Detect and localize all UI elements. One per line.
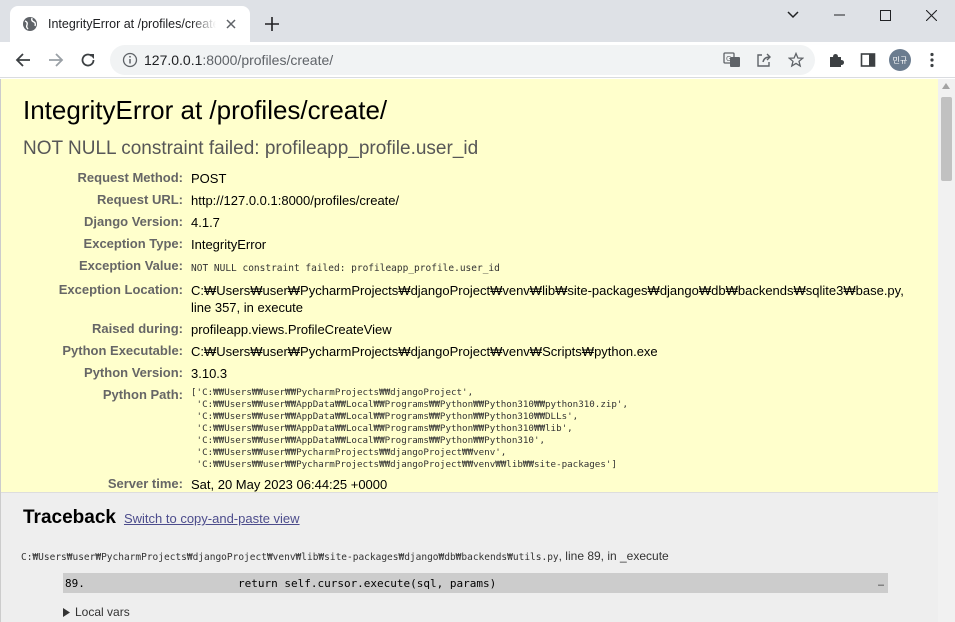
meta-label: Python Executable: [62,343,183,358]
meta-label: Raised during: [91,321,183,336]
meta-row-python-path: Python Path: ['C:₩₩Users₩₩user₩₩PycharmP… [23,385,911,474]
meta-value-cell: ['C:₩₩Users₩₩user₩₩PycharmProjects₩₩djan… [191,385,911,474]
new-tab-icon[interactable] [262,14,282,34]
meta-label: Django Version: [84,214,183,229]
meta-label: Exception Location: [58,282,183,297]
code-line: return self.cursor.execute(sql, params) [185,576,497,590]
star-icon[interactable] [785,49,807,71]
triangle-right-icon [63,607,70,617]
meta-row-request-url: Request URL: http://127.0.0.1:8000/profi… [23,190,911,212]
kebab-menu-icon[interactable] [920,48,944,72]
page-viewport: IntegrityError at /profiles/create/ NOT … [0,79,938,622]
python-path-list: ['C:₩₩Users₩₩user₩₩PycharmProjects₩₩djan… [191,387,628,470]
url-path: :8000/profiles/create/ [202,52,334,68]
meta-row-django-version: Django Version: 4.1.7 [23,212,911,234]
meta-label: Request URL: [97,192,183,207]
translate-icon[interactable]: G [721,49,743,71]
local-vars-label: Local vars [75,605,130,619]
address-bar[interactable]: 127.0.0.1:8000/profiles/create/ G [110,45,815,75]
meta-label: Exception Type: [83,236,183,251]
profile-avatar[interactable]: 민규 [889,49,911,71]
meta-label: Python Path: [102,387,183,402]
meta-value: http://127.0.0.1:8000/profiles/create/ [191,193,400,208]
meta-label: Python Version: [84,365,183,380]
meta-value: NOT NULL constraint failed: profileapp_p… [191,263,500,274]
meta-value: 3.10.3 [191,366,228,381]
meta-value: profileapp.views.ProfileCreateView [191,322,392,337]
minimize-icon[interactable] [816,4,862,26]
meta-value: IntegrityError [191,237,267,252]
local-vars-toggle[interactable]: Local vars [63,605,918,619]
meta-label: Request Method: [77,170,183,185]
meta-value: 4.1.7 [191,215,220,230]
request-meta-table: Request Method: POST Request URL: http:/… [23,168,911,496]
maximize-icon[interactable] [862,4,908,26]
traceback-heading: Traceback [23,507,116,528]
meta-row-exception-value: Exception Value: NOT NULL constraint fai… [23,256,911,280]
sidepanel-icon[interactable] [856,48,880,72]
reload-icon[interactable] [75,47,101,73]
forward-arrow-icon[interactable] [43,47,69,73]
vertical-scrollbar[interactable] [938,79,955,622]
expand-context-icon[interactable]: … [878,578,884,589]
meta-row-exception-location: Exception Location: C:₩Users₩user₩Pychar… [23,280,911,319]
tab-close-icon[interactable] [222,15,240,33]
page-title: IntegrityError at /profiles/create/ [23,95,388,125]
url-text: 127.0.0.1:8000/profiles/create/ [144,52,333,68]
tab-strip: IntegrityError at /profiles/create/ [0,0,955,42]
meta-value-cell: NOT NULL constraint failed: profileapp_p… [191,256,911,280]
frame-line-info: , line 89, in _execute [558,549,669,563]
puzzle-icon[interactable] [824,48,848,72]
share-icon[interactable] [753,49,775,71]
meta-row-exception-type: Exception Type: IntegrityError [23,234,911,256]
scroll-up-arrow-icon[interactable] [942,83,950,89]
scrollbar-thumb[interactable] [941,97,952,181]
line-number: 89. [65,576,85,590]
site-info-icon[interactable] [122,52,138,68]
meta-label: Exception Value: [78,258,183,273]
svg-text:G: G [726,55,731,63]
traceback-header: Traceback Switch to copy-and-paste view [21,507,918,529]
traceback-section: Traceback Switch to copy-and-paste view … [1,493,938,622]
context-line[interactable]: 89. return self.cursor.execute(sql, para… [63,573,888,593]
browser-toolbar: 127.0.0.1:8000/profiles/create/ G 민규 [0,42,955,78]
meta-row-request-method: Request Method: POST [23,168,911,190]
meta-row-python-executable: Python Executable: C:₩Users₩user₩Pycharm… [23,341,911,363]
tab-title: IntegrityError at /profiles/create/ [48,17,216,31]
back-arrow-icon[interactable] [10,47,36,73]
tab-search-icon[interactable] [770,4,816,26]
globe-icon [22,16,38,32]
meta-row-python-version: Python Version: 3.10.3 [23,363,911,385]
meta-value: POST [191,171,227,186]
meta-row-raised-during: Raised during: profileapp.views.ProfileC… [23,319,911,341]
frame-path: C:₩Users₩user₩PycharmProjects₩djangoProj… [21,552,559,563]
meta-value: C:₩Users₩user₩PycharmProjects₩djangoProj… [191,344,658,359]
close-window-icon[interactable] [908,4,954,26]
meta-value: C:₩Users₩user₩PycharmProjects₩djangoProj… [191,283,904,315]
exception-message: NOT NULL constraint failed: profileapp_p… [23,138,479,159]
switch-view-link[interactable]: Switch to copy-and-paste view [124,511,300,526]
frame-filename: C:₩Users₩user₩PycharmProjects₩djangoProj… [21,549,918,563]
url-host: 127.0.0.1 [144,52,203,68]
error-summary: IntegrityError at /profiles/create/ NOT … [1,79,938,493]
browser-tab[interactable]: IntegrityError at /profiles/create/ [10,6,250,42]
